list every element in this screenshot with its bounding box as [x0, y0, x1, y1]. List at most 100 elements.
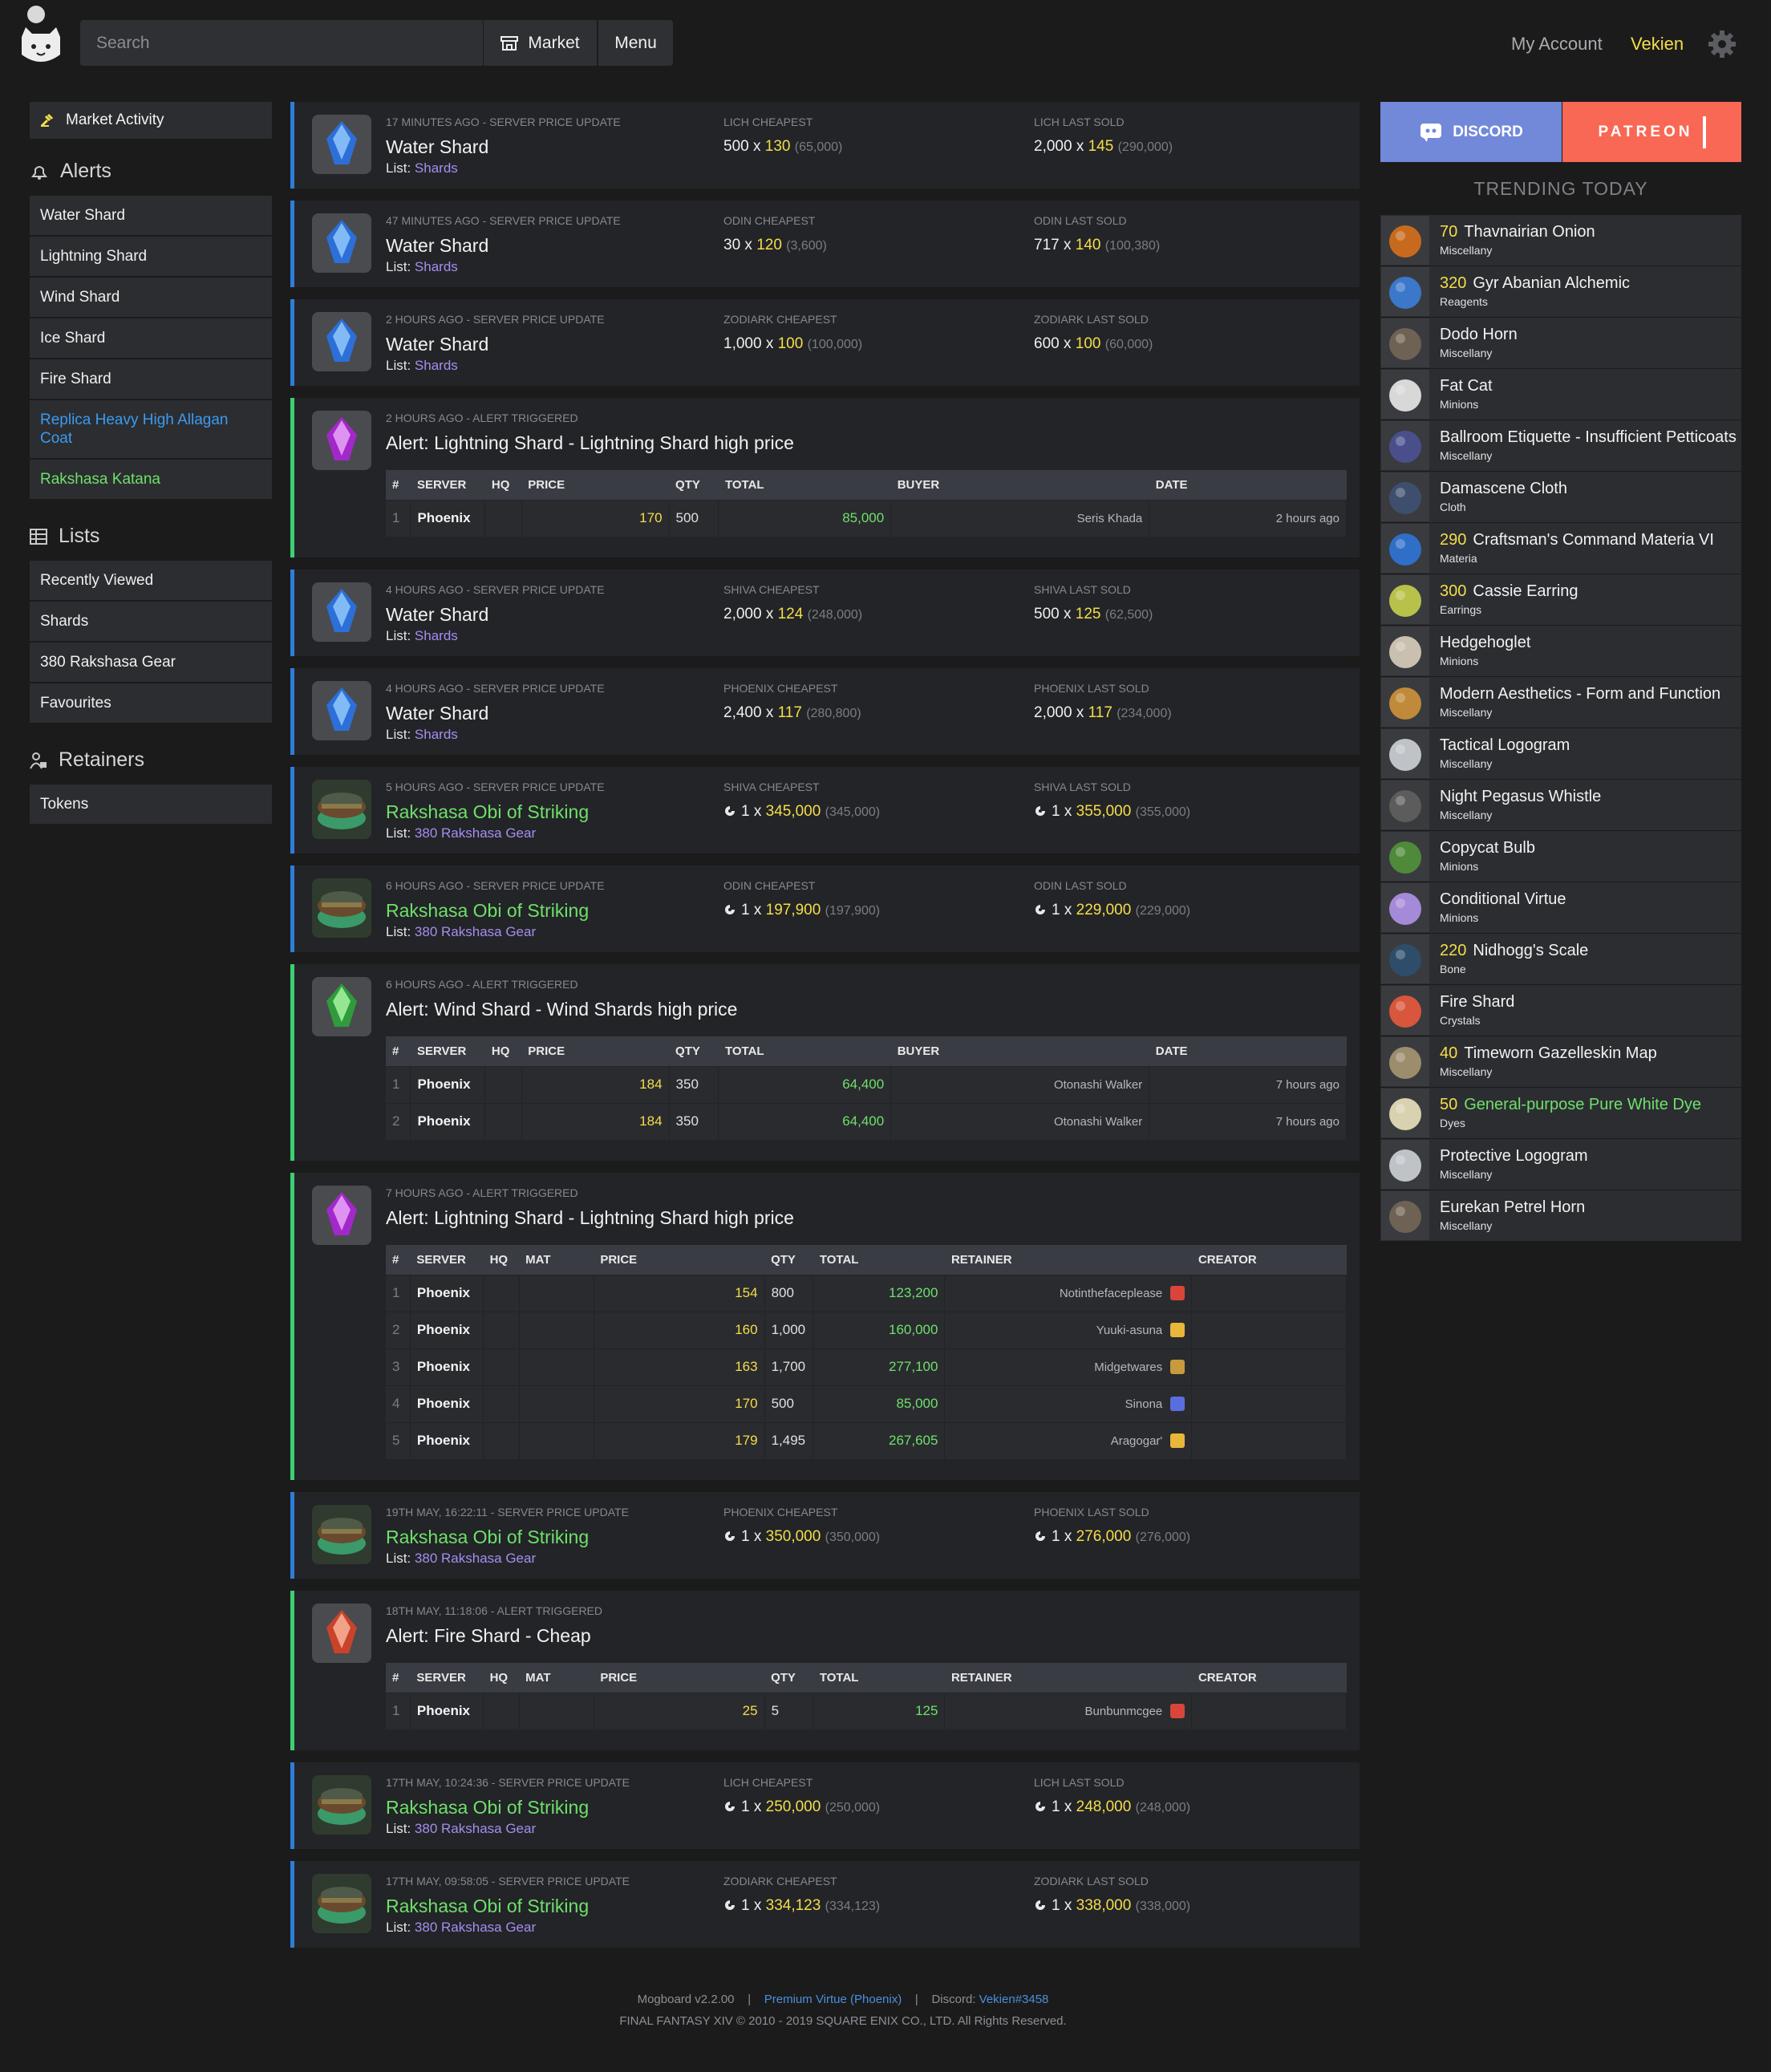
- rakshasa-obi-icon[interactable]: [312, 1775, 371, 1835]
- wind-shard-icon[interactable]: [312, 977, 371, 1036]
- price-update-entry[interactable]: 6 HOURS AGO - SERVER PRICE UPDATE Rakshas…: [290, 866, 1360, 952]
- trending-item[interactable]: Dodo Horn Miscellany: [1380, 318, 1741, 368]
- trending-item[interactable]: 320 Gyr Abanian Alchemic Reagents: [1380, 266, 1741, 317]
- column-header[interactable]: #: [386, 1036, 411, 1066]
- list-link[interactable]: 380 Rakshasa Gear: [415, 924, 536, 939]
- column-header[interactable]: HQ: [484, 470, 522, 500]
- trending-item[interactable]: Night Pegasus Whistle Miscellany: [1380, 780, 1741, 830]
- sidebar-list-item[interactable]: Shards: [30, 602, 272, 641]
- rakshasa-obi-icon[interactable]: [312, 878, 371, 938]
- price-update-entry[interactable]: 17 MINUTES AGO - SERVER PRICE UPDATE Wate…: [290, 102, 1360, 189]
- table-row[interactable]: 2 Phoenix 160 1,000 160,000 Yuuki-asuna: [386, 1311, 1347, 1348]
- mog-logo-icon[interactable]: [18, 5, 64, 71]
- sidebar-alert-item[interactable]: Replica Heavy High Allagan Coat: [30, 400, 272, 458]
- sidebar-list-item[interactable]: Favourites: [30, 683, 272, 723]
- sidebar-alert-item[interactable]: Lightning Shard: [30, 237, 272, 276]
- footer-discord-link[interactable]: Vekien#3458: [979, 1993, 1049, 2006]
- sidebar-alert-item[interactable]: Ice Shard: [30, 318, 272, 358]
- column-header[interactable]: QTY: [764, 1663, 813, 1693]
- alert-title[interactable]: Alert: Lightning Shard - Lightning Shard…: [386, 432, 794, 454]
- price-update-entry[interactable]: 17TH MAY, 09:58:05 - SERVER PRICE UPDATE…: [290, 1861, 1360, 1948]
- item-name-link[interactable]: Rakshasa Obi of Striking: [386, 900, 589, 922]
- table-row[interactable]: 1 Phoenix 25 5 125 Bunbunmcgee: [386, 1692, 1347, 1729]
- column-header[interactable]: TOTAL: [718, 1036, 891, 1066]
- water-shard-icon[interactable]: [312, 582, 371, 642]
- menu-button[interactable]: Menu: [598, 20, 673, 66]
- trending-item[interactable]: 290 Craftsman's Command Materia VI Materia: [1380, 523, 1741, 574]
- column-header[interactable]: PRICE: [594, 1245, 765, 1275]
- item-name-link[interactable]: Water Shard: [386, 703, 488, 724]
- column-header[interactable]: MAT: [519, 1245, 594, 1275]
- column-header[interactable]: TOTAL: [813, 1663, 945, 1693]
- column-header[interactable]: #: [386, 470, 411, 500]
- sidebar-list-item[interactable]: Recently Viewed: [30, 561, 272, 600]
- column-header[interactable]: PRICE: [521, 470, 670, 500]
- sidebar-retainer-item[interactable]: Tokens: [30, 785, 272, 824]
- column-header[interactable]: TOTAL: [718, 470, 891, 500]
- sidebar-alert-item[interactable]: Wind Shard: [30, 278, 272, 317]
- alert-triggered-entry[interactable]: 6 HOURS AGO - ALERT TRIGGERED Alert: Wind…: [290, 964, 1360, 1161]
- price-update-entry[interactable]: 17TH MAY, 10:24:36 - SERVER PRICE UPDATE…: [290, 1762, 1360, 1849]
- alert-title[interactable]: Alert: Lightning Shard - Lightning Shard…: [386, 1207, 794, 1229]
- trending-item[interactable]: Protective Logogram Miscellany: [1380, 1139, 1741, 1190]
- price-update-entry[interactable]: 4 HOURS AGO - SERVER PRICE UPDATE Water S…: [290, 570, 1360, 656]
- trending-item[interactable]: Damascene Cloth Cloth: [1380, 472, 1741, 522]
- table-row[interactable]: 2 Phoenix 184 350 64,400 Otonashi Walker 7 hou…: [386, 1102, 1347, 1140]
- list-link[interactable]: 380 Rakshasa Gear: [415, 1920, 536, 1935]
- column-header[interactable]: SERVER: [410, 1663, 484, 1693]
- price-update-entry[interactable]: 47 MINUTES AGO - SERVER PRICE UPDATE Wate…: [290, 201, 1360, 287]
- column-header[interactable]: CREATOR: [1191, 1663, 1347, 1693]
- table-row[interactable]: 1 Phoenix 184 350 64,400 Otonashi Walker 7 hou…: [386, 1065, 1347, 1103]
- market-button[interactable]: Market: [483, 20, 597, 66]
- table-row[interactable]: 4 Phoenix 170 500 85,000 Sinona: [386, 1385, 1347, 1422]
- trending-item[interactable]: 40 Timeworn Gazelleskin Map Miscellany: [1380, 1036, 1741, 1087]
- column-header[interactable]: BUYER: [890, 470, 1149, 500]
- trending-item[interactable]: 220 Nidhogg's Scale Bone: [1380, 934, 1741, 984]
- trending-item[interactable]: Tactical Logogram Miscellany: [1380, 728, 1741, 779]
- water-shard-icon[interactable]: [312, 312, 371, 371]
- rakshasa-obi-icon[interactable]: [312, 1874, 371, 1933]
- column-header[interactable]: QTY: [669, 470, 719, 500]
- list-link[interactable]: Shards: [415, 160, 458, 176]
- column-header[interactable]: SERVER: [410, 1036, 485, 1066]
- column-header[interactable]: #: [386, 1245, 411, 1275]
- sidebar-alert-item[interactable]: Water Shard: [30, 196, 272, 235]
- column-header[interactable]: HQ: [483, 1663, 520, 1693]
- trending-item[interactable]: Fat Cat Minions: [1380, 369, 1741, 420]
- rakshasa-obi-icon[interactable]: [312, 1505, 371, 1564]
- column-header[interactable]: PRICE: [594, 1663, 765, 1693]
- alert-title[interactable]: Alert: Wind Shard - Wind Shards high pri…: [386, 999, 737, 1020]
- sidebar-alert-item[interactable]: Rakshasa Katana: [30, 460, 272, 499]
- trending-item[interactable]: Modern Aesthetics - Form and Function Mis…: [1380, 677, 1741, 728]
- footer-virtue-link[interactable]: Premium Virtue (Phoenix): [764, 1993, 902, 2006]
- item-name-link[interactable]: Rakshasa Obi of Striking: [386, 801, 589, 823]
- search-input[interactable]: Search: [80, 20, 483, 66]
- discord-button[interactable]: DISCORD: [1380, 102, 1562, 162]
- my-account-link[interactable]: My Account: [1511, 34, 1603, 55]
- column-header[interactable]: TOTAL: [813, 1245, 945, 1275]
- water-shard-icon[interactable]: [312, 681, 371, 740]
- alert-triggered-entry[interactable]: 7 HOURS AGO - ALERT TRIGGERED Alert: Ligh…: [290, 1173, 1360, 1480]
- item-name-link[interactable]: Water Shard: [386, 136, 488, 158]
- item-name-link[interactable]: Water Shard: [386, 334, 488, 355]
- alert-title[interactable]: Alert: Fire Shard - Cheap: [386, 1625, 591, 1647]
- table-row[interactable]: 3 Phoenix 163 1,700 277,100 Midgetwares: [386, 1348, 1347, 1385]
- lightning-shard-icon[interactable]: [312, 1186, 371, 1245]
- item-name-link[interactable]: Water Shard: [386, 604, 488, 626]
- price-update-entry[interactable]: 4 HOURS AGO - SERVER PRICE UPDATE Water S…: [290, 668, 1360, 755]
- patreon-button[interactable]: PATREON: [1562, 102, 1741, 162]
- table-row[interactable]: 5 Phoenix 179 1,495 267,605 Aragogar': [386, 1421, 1347, 1459]
- username-link[interactable]: Vekien: [1631, 34, 1684, 55]
- column-header[interactable]: RETAINER: [944, 1663, 1192, 1693]
- trending-item[interactable]: Ballroom Etiquette - Insufficient Pettic…: [1380, 420, 1741, 471]
- column-header[interactable]: DATE: [1149, 470, 1347, 500]
- price-update-entry[interactable]: 2 HOURS AGO - SERVER PRICE UPDATE Water S…: [290, 299, 1360, 386]
- column-header[interactable]: SERVER: [410, 1245, 484, 1275]
- alert-triggered-entry[interactable]: 18TH MAY, 11:18:06 - ALERT TRIGGERED Aler…: [290, 1591, 1360, 1750]
- column-header[interactable]: QTY: [764, 1245, 813, 1275]
- trending-item[interactable]: Copycat Bulb Minions: [1380, 831, 1741, 882]
- column-header[interactable]: BUYER: [890, 1036, 1149, 1066]
- trending-item[interactable]: Conditional Virtue Minions: [1380, 882, 1741, 933]
- table-row[interactable]: 1 Phoenix 154 800 123,200 Notinthefaceplease: [386, 1274, 1347, 1312]
- column-header[interactable]: DATE: [1149, 1036, 1347, 1066]
